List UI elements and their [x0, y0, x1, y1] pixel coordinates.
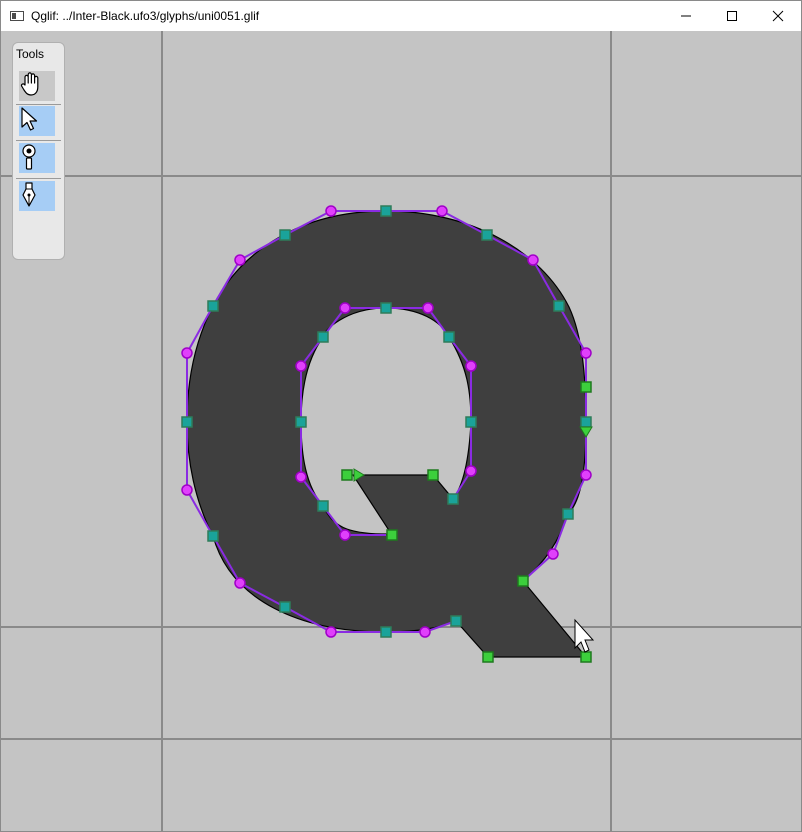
- app-icon: [10, 11, 24, 21]
- maximize-button[interactable]: [709, 1, 755, 31]
- tools-label: Tools: [16, 47, 45, 61]
- pointer-tool-button[interactable]: [19, 106, 55, 136]
- tool-separator: [16, 104, 61, 105]
- close-button[interactable]: [755, 1, 801, 31]
- pen-tool-button[interactable]: [19, 181, 55, 211]
- metric-grid: [1, 31, 801, 831]
- glyph-view[interactable]: [1, 31, 801, 831]
- pen-nib-icon: [22, 182, 36, 207]
- glyph-outline[interactable]: [186, 210, 588, 658]
- minimize-icon: [681, 15, 691, 17]
- app-window: Qglif: ../Inter-Black.ufo3/glyphs/uni005…: [0, 0, 802, 832]
- tools-palette: Tools: [12, 42, 65, 260]
- tool-separator: [16, 178, 61, 179]
- window-title: Qglif: ../Inter-Black.ufo3/glyphs/uni005…: [31, 9, 260, 23]
- knife-tool-button[interactable]: [19, 143, 55, 173]
- title-bar[interactable]: Qglif: ../Inter-Black.ufo3/glyphs/uni005…: [1, 1, 801, 31]
- window-controls: [663, 1, 801, 31]
- arrow-pointer-icon: [21, 107, 38, 131]
- hand-tool-button[interactable]: [19, 71, 55, 101]
- close-icon: [772, 10, 784, 22]
- knife-icon: [22, 144, 36, 170]
- glyph-canvas[interactable]: Tools: [1, 31, 801, 831]
- tool-separator: [16, 140, 61, 141]
- hand-icon: [20, 72, 39, 96]
- minimize-button[interactable]: [663, 1, 709, 31]
- maximize-icon: [727, 11, 737, 21]
